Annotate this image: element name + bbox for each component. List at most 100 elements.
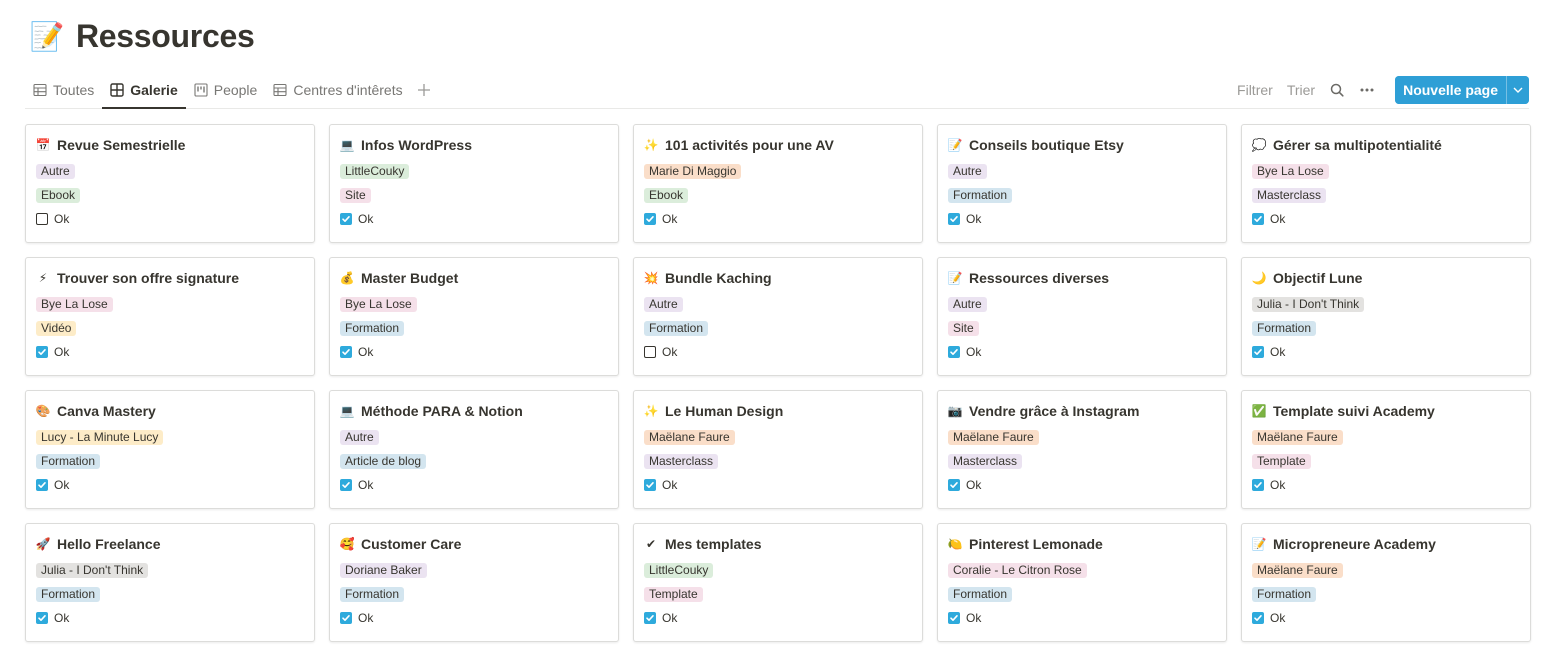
search-icon[interactable] — [1329, 82, 1345, 98]
card-title: 💻 Infos WordPress — [340, 135, 608, 155]
gallery-card[interactable]: 💥 Bundle Kaching Autre Formation Ok — [633, 257, 923, 376]
tag-badge: Masterclass — [948, 453, 1023, 469]
chevron-down-icon[interactable] — [1506, 76, 1529, 104]
gallery-card[interactable]: ✅ Template suivi Academy Maëlane Faure Temp… — [1241, 390, 1531, 509]
more-icon[interactable] — [1359, 82, 1375, 98]
checkbox-checked-icon[interactable] — [644, 213, 656, 225]
ok-checkbox-row: Ok — [340, 473, 608, 497]
ok-checkbox-row: Ok — [948, 606, 1216, 630]
gallery-card[interactable]: 📝 Micropreneure Academy Maëlane Faure Forma… — [1241, 523, 1531, 642]
tag-badge: Ebook — [644, 187, 689, 203]
tag-badge: Autre — [340, 429, 379, 445]
card-title-text: Trouver son offre signature — [57, 270, 240, 286]
card-emoji-icon: 📅 — [36, 138, 51, 152]
checkbox-label: Ok — [358, 478, 374, 492]
gallery-card[interactable]: ⚡ Trouver son offre signature Bye La Lose V… — [25, 257, 315, 376]
table-icon — [33, 83, 47, 97]
new-page-button[interactable]: Nouvelle page — [1395, 76, 1506, 104]
tag-row: LittleCouky — [340, 159, 608, 183]
gallery-card[interactable]: ✔ Mes templates LittleCouky Template Ok — [633, 523, 923, 642]
ok-checkbox-row: Ok — [644, 606, 912, 630]
checkbox-label: Ok — [662, 212, 678, 226]
checkbox-checked-icon[interactable] — [1252, 213, 1264, 225]
tag-badge: Doriane Baker — [340, 562, 427, 578]
gallery-card[interactable]: 🌙 Objectif Lune Julia - I Don't Think Forma… — [1241, 257, 1531, 376]
card-title-text: Template suivi Academy — [1273, 403, 1435, 419]
tag-badge: Bye La Lose — [340, 296, 417, 312]
checkbox-checked-icon[interactable] — [948, 612, 960, 624]
ok-checkbox-row: Ok — [1252, 606, 1520, 630]
gallery-card[interactable]: 🚀 Hello Freelance Julia - I Don't Think For… — [25, 523, 315, 642]
card-title-text: 101 activités pour une AV — [665, 137, 834, 153]
checkbox-checked-icon[interactable] — [340, 612, 352, 624]
tab-view[interactable]: Centres d'intêrets — [265, 72, 410, 108]
checkbox-checked-icon[interactable] — [644, 612, 656, 624]
checkbox-checked-icon[interactable] — [1252, 346, 1264, 358]
gallery-card[interactable]: 🍋 Pinterest Lemonade Coralie - Le Citron R… — [937, 523, 1227, 642]
gallery-card[interactable]: 📷 Vendre grâce à Instagram Maëlane Faure Ma… — [937, 390, 1227, 509]
gallery-card[interactable]: 💰 Master Budget Bye La Lose Formation Ok — [329, 257, 619, 376]
tag-row: Autre — [36, 159, 304, 183]
checkbox-checked-icon[interactable] — [36, 479, 48, 491]
tag-badge: Template — [1252, 453, 1311, 469]
tag-badge: Formation — [340, 586, 405, 602]
gallery-card[interactable]: 💻 Méthode PARA & Notion Autre Article de bl… — [329, 390, 619, 509]
checkbox-unchecked-icon[interactable] — [36, 213, 48, 225]
tab-view[interactable]: Galerie — [102, 72, 187, 109]
ok-checkbox-row: Ok — [340, 207, 608, 231]
gallery-card[interactable]: 💻 Infos WordPress LittleCouky Site Ok — [329, 124, 619, 243]
ok-checkbox-row: Ok — [340, 606, 608, 630]
card-title: 🌙 Objectif Lune — [1252, 268, 1520, 288]
tag-row: Template — [1252, 449, 1520, 473]
card-emoji-icon: ⚡ — [38, 271, 48, 285]
checkbox-checked-icon[interactable] — [1252, 612, 1264, 624]
tag-row: Article de blog — [340, 449, 608, 473]
tag-badge: Autre — [644, 296, 683, 312]
add-view-button[interactable] — [411, 83, 437, 97]
checkbox-checked-icon[interactable] — [948, 479, 960, 491]
card-title: 📝 Conseils boutique Etsy — [948, 135, 1216, 155]
card-emoji-icon: 💻 — [340, 138, 355, 152]
sort-button[interactable]: Trier — [1287, 82, 1315, 98]
ok-checkbox-row: Ok — [948, 473, 1216, 497]
checkbox-checked-icon[interactable] — [340, 479, 352, 491]
gallery-card[interactable]: ✨ Le Human Design Maëlane Faure Masterclass… — [633, 390, 923, 509]
checkbox-label: Ok — [1270, 611, 1286, 625]
tag-row: Julia - I Don't Think — [36, 558, 304, 582]
tag-row: Maëlane Faure — [948, 425, 1216, 449]
checkbox-label: Ok — [358, 611, 374, 625]
card-title: 📅 Revue Semestrielle — [36, 135, 304, 155]
checkbox-checked-icon[interactable] — [340, 213, 352, 225]
gallery-card[interactable]: 🥰 Customer Care Doriane Baker Formation Ok — [329, 523, 619, 642]
tag-row: Formation — [644, 316, 912, 340]
page-title[interactable]: Ressources — [76, 18, 255, 55]
card-title-text: Gérer sa multipotentialité — [1273, 137, 1442, 153]
tab-label: People — [213, 82, 258, 98]
checkbox-checked-icon[interactable] — [340, 346, 352, 358]
gallery-card[interactable]: 📅 Revue Semestrielle Autre Ebook Ok — [25, 124, 315, 243]
checkbox-unchecked-icon[interactable] — [644, 346, 656, 358]
checkbox-label: Ok — [1270, 212, 1286, 226]
gallery-card[interactable]: 🎨 Canva Mastery Lucy - La Minute Lucy Forma… — [25, 390, 315, 509]
checkbox-checked-icon[interactable] — [1252, 479, 1264, 491]
checkbox-checked-icon[interactable] — [36, 346, 48, 358]
checkbox-checked-icon[interactable] — [644, 479, 656, 491]
gallery-card[interactable]: 💭 Gérer sa multipotentialité Bye La Lose Ma… — [1241, 124, 1531, 243]
checkbox-checked-icon[interactable] — [36, 612, 48, 624]
gallery-card[interactable]: ✨ 101 activités pour une AV Marie Di Maggi… — [633, 124, 923, 243]
tag-row: Coralie - Le Citron Rose — [948, 558, 1216, 582]
checkbox-checked-icon[interactable] — [948, 346, 960, 358]
gallery-card[interactable]: 📝 Conseils boutique Etsy Autre Formation Ok — [937, 124, 1227, 243]
tab-view[interactable]: People — [186, 72, 266, 108]
tab-view[interactable]: Toutes — [25, 72, 102, 108]
tag-row: Bye La Lose — [340, 292, 608, 316]
tag-row: Bye La Lose — [36, 292, 304, 316]
page-emoji-icon[interactable]: 📝 — [30, 20, 65, 54]
filter-button[interactable]: Filtrer — [1237, 82, 1273, 98]
tag-badge: Formation — [1252, 586, 1317, 602]
card-emoji-icon: 📝 — [948, 271, 963, 285]
checkbox-label: Ok — [662, 611, 678, 625]
checkbox-checked-icon[interactable] — [948, 213, 960, 225]
tag-badge: Vidéo — [36, 320, 77, 336]
gallery-card[interactable]: 📝 Ressources diverses Autre Site Ok — [937, 257, 1227, 376]
